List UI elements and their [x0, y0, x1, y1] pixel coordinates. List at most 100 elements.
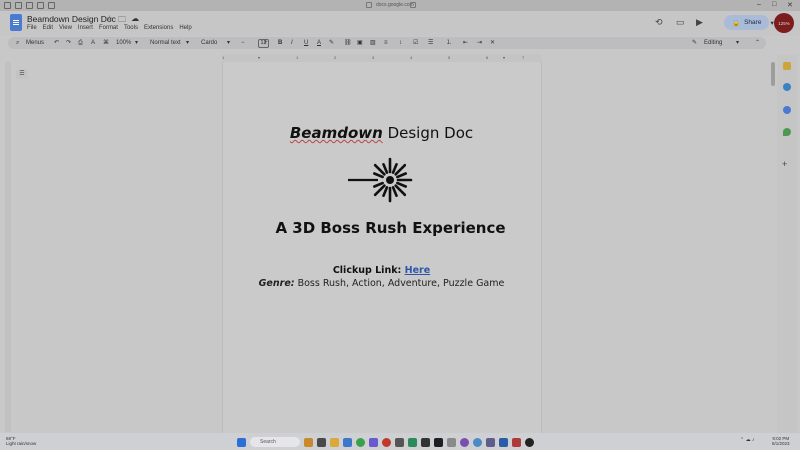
search-icon[interactable]: ⌕ [16, 39, 19, 47]
discord-icon[interactable] [369, 437, 378, 447]
line-spacing-icon[interactable]: ↕ [399, 39, 402, 47]
app-icon[interactable] [460, 437, 469, 447]
contacts-icon[interactable] [783, 106, 791, 114]
spotify-icon[interactable] [356, 437, 365, 447]
edge-icon[interactable] [343, 437, 352, 447]
weather-widget[interactable]: 68°F Light rain/snow [6, 436, 36, 446]
app-icon[interactable] [512, 437, 521, 447]
increase-font-size-icon[interactable]: + [264, 39, 268, 47]
sunburst-ray [372, 181, 384, 188]
meet-icon[interactable]: ▶ [696, 17, 703, 28]
style-select[interactable]: Normal text [150, 39, 181, 47]
menu-item-view[interactable]: View [59, 25, 72, 31]
app-icon[interactable] [408, 437, 417, 447]
keep-icon[interactable] [783, 62, 791, 70]
comment-icon[interactable]: ▣ [357, 39, 363, 47]
menu-item-edit[interactable]: Edit [43, 25, 53, 31]
horizontal-ruler[interactable]: 1 ▾ 1 2 3 4 5 6 ▾ 7 [222, 54, 542, 62]
text-color-icon[interactable]: A [317, 39, 321, 47]
genre-value: Boss Rush, Action, Adventure, Puzzle Gam… [294, 278, 505, 289]
clock[interactable]: 9:02 PM 6/1/2023 [772, 436, 790, 446]
document-title[interactable]: Beamdown Design Doc [27, 14, 116, 24]
maps-icon[interactable] [783, 128, 791, 136]
history-icon[interactable]: ⟲ [655, 17, 663, 28]
explorer-icon[interactable] [330, 437, 339, 447]
highlight-icon[interactable]: ✎ [329, 39, 334, 47]
numbered-list-icon[interactable]: ⒈ [446, 39, 452, 47]
menu-item-file[interactable]: File [27, 25, 37, 31]
tasks-icon[interactable] [783, 83, 791, 91]
underline-icon[interactable]: U [304, 39, 308, 47]
docs-logo-icon[interactable] [10, 14, 22, 31]
share-button[interactable]: 🔒 Share ▾ [724, 15, 774, 30]
minimize-icon[interactable]: – [757, 1, 761, 8]
forward-icon[interactable] [37, 2, 44, 9]
address-bar[interactable]: docs.google.com [376, 2, 414, 8]
add-addon-icon[interactable]: + [782, 159, 787, 169]
vertical-ruler[interactable] [5, 62, 11, 432]
increase-indent-icon[interactable]: ⇥ [477, 39, 482, 47]
menu-item-insert[interactable]: Insert [78, 25, 93, 31]
align-icon[interactable]: ≡ [384, 39, 388, 47]
app-icon[interactable] [434, 437, 443, 447]
extensions-icon[interactable] [410, 2, 416, 8]
avatar[interactable]: 125% [774, 13, 794, 33]
menus-label[interactable]: Menus [26, 39, 44, 47]
document-heading[interactable]: Beamdown Design Doc [0, 124, 763, 142]
zoom-select[interactable]: 100% [116, 39, 131, 47]
ruler-mark: 1 [296, 55, 299, 60]
mode-select[interactable]: Editing [704, 39, 722, 47]
clear-formatting-icon[interactable]: ✕ [490, 39, 495, 47]
chrome-icon[interactable] [382, 437, 391, 447]
widgets-icon[interactable] [304, 437, 313, 447]
start-icon[interactable] [237, 437, 246, 447]
formatting-toolbar: ⌕ Menus ↶ ↷ ⎙ A ⌘ 100% ▾ Normal text ▾ C… [8, 37, 766, 49]
close-icon[interactable]: ✕ [787, 1, 793, 9]
print-icon[interactable]: ⎙ [78, 39, 83, 47]
paint-format-icon[interactable]: ⌘ [103, 39, 109, 47]
spellcheck-icon[interactable]: A [91, 39, 95, 47]
app-icon[interactable] [473, 437, 482, 447]
browser-menu-icon[interactable] [4, 2, 11, 9]
taskbar-search[interactable]: Search [250, 437, 300, 447]
system-tray-icons[interactable]: ⌃ ☁ ♪ [740, 437, 754, 443]
clickup-line: Clickup Link: Here [0, 265, 763, 276]
bold-icon[interactable]: B [278, 39, 282, 47]
menu-item-format[interactable]: Format [99, 25, 118, 31]
clickup-link[interactable]: Here [405, 265, 431, 276]
collapse-toolbar-icon[interactable]: ⌃ [755, 39, 760, 47]
app-icon[interactable] [486, 437, 495, 447]
sunburst-ray [394, 163, 407, 176]
bulleted-list-icon[interactable]: ☰ [428, 39, 433, 47]
terminal-icon[interactable] [317, 437, 326, 447]
browser-tab-icon[interactable] [15, 2, 22, 9]
document-page[interactable] [222, 62, 542, 433]
back-icon[interactable] [26, 2, 33, 9]
right-indent-marker-icon[interactable]: ▾ [503, 55, 505, 60]
site-info-icon[interactable] [366, 2, 372, 8]
checklist-icon[interactable]: ☑ [413, 39, 418, 47]
undo-icon[interactable]: ↶ [54, 39, 59, 47]
app-icon[interactable] [499, 437, 508, 447]
image-icon[interactable]: ▨ [370, 39, 376, 47]
app-icon[interactable] [447, 437, 456, 447]
document-subtitle[interactable]: A 3D Boss Rush Experience [0, 219, 781, 237]
app-icon[interactable] [525, 437, 534, 447]
menu-item-help[interactable]: Help [179, 25, 191, 31]
refresh-icon[interactable] [48, 2, 55, 9]
vertical-scrollbar[interactable] [771, 62, 775, 86]
maximize-icon[interactable]: □ [772, 1, 776, 8]
document-outline-icon[interactable]: ☰ [16, 70, 28, 79]
decrease-indent-icon[interactable]: ⇤ [463, 39, 468, 47]
menu-item-extensions[interactable]: Extensions [144, 25, 173, 31]
font-select[interactable]: Cardo [201, 39, 217, 47]
redo-icon[interactable]: ↷ [66, 39, 71, 47]
app-icon[interactable] [395, 437, 404, 447]
italic-icon[interactable]: I [291, 39, 293, 47]
decrease-font-size-icon[interactable]: − [241, 39, 245, 47]
link-icon[interactable]: ⛓ [344, 39, 352, 47]
comments-icon[interactable]: ▭ [676, 17, 685, 28]
indent-marker-icon[interactable]: ▾ [258, 55, 260, 60]
app-icon[interactable] [421, 437, 430, 447]
menu-item-tools[interactable]: Tools [124, 25, 138, 31]
